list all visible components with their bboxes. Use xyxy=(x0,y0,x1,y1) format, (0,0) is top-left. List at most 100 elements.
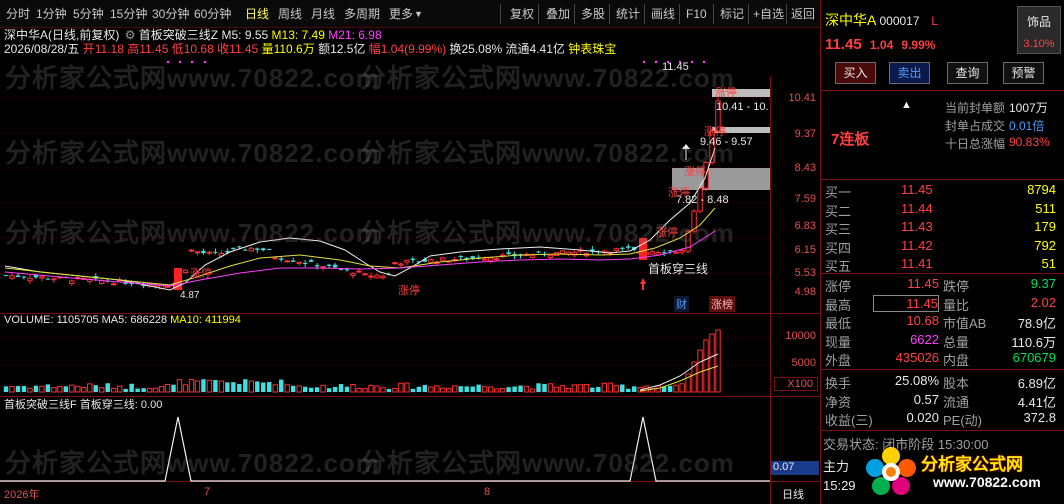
candle-body[interactable] xyxy=(374,274,380,279)
candle-body[interactable] xyxy=(15,275,21,278)
period-tab-60min[interactable]: 60分钟 xyxy=(194,0,231,28)
candle-body[interactable] xyxy=(667,250,673,252)
seal-value: 0.01倍 xyxy=(1009,119,1045,133)
seal-label: 十日总涨幅 xyxy=(944,137,1005,151)
candle-body[interactable] xyxy=(296,261,302,264)
candle-body[interactable] xyxy=(45,278,51,280)
candle-body[interactable] xyxy=(302,262,308,264)
draw-line-button[interactable]: 画线 xyxy=(651,0,675,28)
candle-body[interactable] xyxy=(39,276,45,279)
candle-body[interactable] xyxy=(410,258,416,261)
candle-body[interactable] xyxy=(649,251,655,255)
candle-body[interactable] xyxy=(559,250,566,255)
candle-body[interactable] xyxy=(428,259,434,263)
multi-stock-button[interactable]: 多股 xyxy=(581,0,605,28)
period-tab-30min[interactable]: 30分钟 xyxy=(152,0,189,28)
candle-body[interactable] xyxy=(9,275,15,279)
candle-body[interactable] xyxy=(481,258,488,261)
candle-body[interactable] xyxy=(27,277,33,282)
candle-body[interactable] xyxy=(213,251,218,253)
candle-body[interactable] xyxy=(272,257,278,260)
candle-body[interactable] xyxy=(350,272,356,277)
query-button[interactable]: 查询 xyxy=(947,62,988,84)
sector-box[interactable]: 饰品 3.10% xyxy=(1017,6,1061,54)
candle-body[interactable] xyxy=(3,275,9,277)
bid-volume[interactable]: 179 xyxy=(1034,219,1056,234)
candle-body[interactable] xyxy=(536,251,541,253)
toolbar-divider xyxy=(574,4,575,24)
alert-button[interactable]: 预警 xyxy=(1003,62,1044,84)
candle-body[interactable] xyxy=(487,257,494,262)
stat-label: 最低 xyxy=(825,316,852,332)
candle-body[interactable] xyxy=(182,269,189,274)
candle-body[interactable] xyxy=(188,249,195,252)
period-tab-multi[interactable]: 多周期 xyxy=(344,0,380,28)
candle-body[interactable] xyxy=(362,273,368,276)
chevron-down-icon[interactable]: ▼ xyxy=(414,0,423,28)
bid-volume[interactable]: 8794 xyxy=(1027,182,1056,197)
candle-body[interactable] xyxy=(458,256,463,258)
candle-body[interactable] xyxy=(470,256,475,259)
period-tab-15min[interactable]: 15分钟 xyxy=(110,0,147,28)
ztbang-badge[interactable]: 涨榜 xyxy=(709,296,735,312)
candle-body[interactable] xyxy=(529,254,536,259)
volume-header: VOLUME: 1105705 MA5: 686228 MA10: 411994 xyxy=(4,314,241,326)
period-tab-monthly[interactable]: 月线 xyxy=(311,0,335,28)
candle-body[interactable] xyxy=(320,266,326,269)
fin-value: 4.41亿 xyxy=(1017,394,1056,410)
candle-body[interactable] xyxy=(547,254,554,258)
candle-body[interactable] xyxy=(673,251,679,254)
candle-body[interactable] xyxy=(356,270,362,273)
cai-badge[interactable]: 财 xyxy=(674,296,689,312)
add-watchlist-button[interactable]: +自选 xyxy=(753,0,784,28)
bid-volume[interactable]: 511 xyxy=(1035,201,1056,216)
sell-button[interactable]: 卖出 xyxy=(889,62,930,84)
info-icon[interactable]: ▲ xyxy=(901,99,912,111)
bid-volume[interactable]: 792 xyxy=(1034,238,1056,253)
candle-body[interactable] xyxy=(21,276,27,278)
candle-body[interactable] xyxy=(206,251,213,254)
f10-button[interactable]: F10 xyxy=(686,0,707,28)
period-tag: 日线 xyxy=(782,489,804,501)
candle-body[interactable] xyxy=(398,263,404,266)
candle-body[interactable] xyxy=(332,264,338,268)
candle-body[interactable] xyxy=(69,280,75,285)
candle-body[interactable] xyxy=(110,283,117,286)
candle-body[interactable] xyxy=(404,259,410,263)
candle-body[interactable] xyxy=(368,275,374,278)
candle-body[interactable] xyxy=(440,257,446,261)
period-tab-daily[interactable]: 日线 xyxy=(245,0,269,28)
volume-bar xyxy=(613,385,619,393)
fuquan-button[interactable]: 复权 xyxy=(510,0,534,28)
candle-body[interactable] xyxy=(679,249,685,253)
candle-body[interactable] xyxy=(308,260,314,262)
candle-body[interactable] xyxy=(344,269,350,271)
volume-bar xyxy=(559,385,566,393)
candle-body[interactable] xyxy=(506,252,511,255)
candle-body[interactable] xyxy=(392,262,398,265)
candle-body[interactable] xyxy=(201,250,206,254)
candle-body[interactable] xyxy=(164,285,171,288)
period-tab-more[interactable]: 更多 xyxy=(389,0,413,28)
buy-button[interactable]: 买入 xyxy=(835,62,876,84)
candle-body[interactable] xyxy=(314,265,320,267)
period-tab-fenshi[interactable]: 分时 xyxy=(6,0,30,28)
candle-body[interactable] xyxy=(326,264,332,266)
volume-bar xyxy=(512,386,517,392)
candle-body[interactable] xyxy=(290,260,296,262)
chart-area[interactable]: 深中华A(日线,前复权) ⚙ 首板突破三线Z M5: 9.55 M13: 7.4… xyxy=(0,28,820,504)
back-button[interactable]: 返回 xyxy=(791,0,815,28)
statistics-button[interactable]: 统计 xyxy=(616,0,640,28)
candle-body[interactable] xyxy=(493,258,500,261)
bid-volume[interactable]: 51 xyxy=(1042,256,1056,271)
candle-body[interactable] xyxy=(284,260,290,263)
candle-body[interactable] xyxy=(51,278,57,281)
period-tab-5min[interactable]: 5分钟 xyxy=(73,0,104,28)
candle-body[interactable] xyxy=(194,251,201,254)
candle-body[interactable] xyxy=(279,258,284,260)
candle-body[interactable] xyxy=(380,275,386,279)
period-tab-weekly[interactable]: 周线 xyxy=(278,0,302,28)
period-tab-1min[interactable]: 1分钟 xyxy=(36,0,67,28)
mark-button[interactable]: 标记 xyxy=(720,0,744,28)
overlay-button[interactable]: 叠加 xyxy=(546,0,570,28)
